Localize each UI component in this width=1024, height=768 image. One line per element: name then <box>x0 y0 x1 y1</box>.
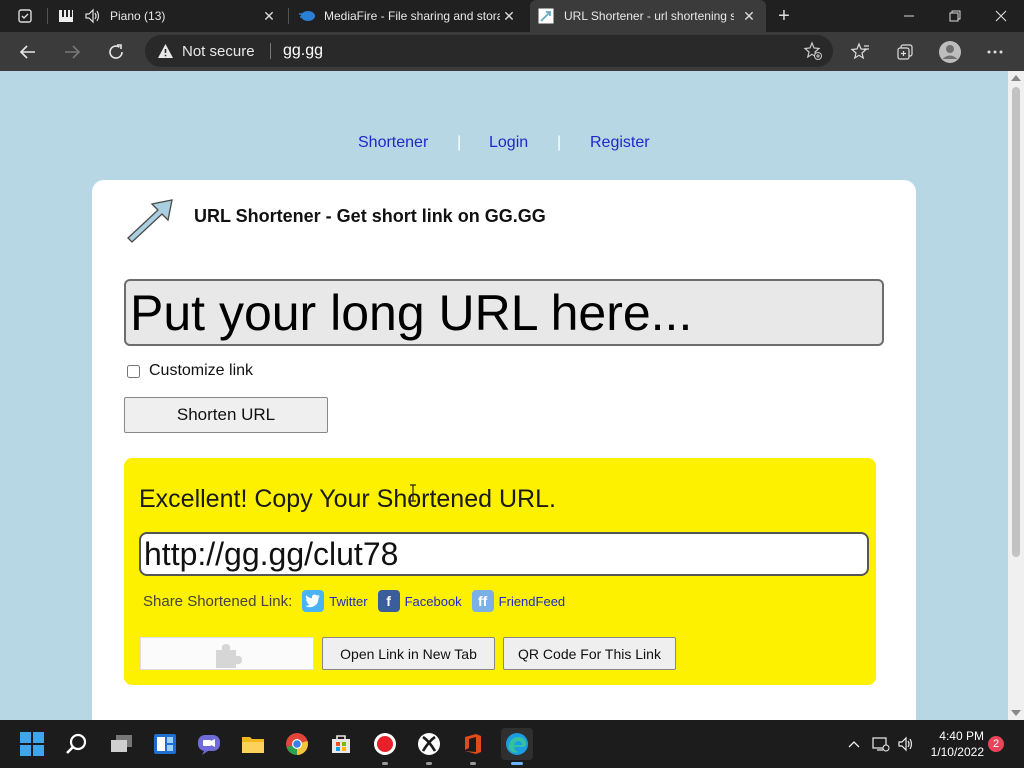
collections-icon[interactable] <box>890 37 920 67</box>
clock-time: 4:40 PM <box>939 729 984 743</box>
running-indicator <box>426 762 432 765</box>
page-viewport: Shortener | Login | Register URL Shorten… <box>0 71 1024 720</box>
page-title: URL Shortener - Get short link on GG.GG <box>194 206 546 226</box>
forward-button[interactable] <box>57 37 87 67</box>
back-button[interactable] <box>13 37 43 67</box>
twitter-icon <box>302 590 325 612</box>
nav-separator: | <box>557 134 562 151</box>
scroll-down-arrow-icon[interactable] <box>1011 710 1021 716</box>
more-options-icon[interactable] <box>980 37 1010 67</box>
nav-separator: | <box>457 134 462 151</box>
clock-date: 1/10/2022 <box>930 745 984 759</box>
volume-icon[interactable] <box>895 730 917 758</box>
arrow-logo-icon <box>122 194 178 249</box>
teams-chat-icon[interactable] <box>193 728 225 760</box>
tab-url-shortener[interactable]: URL Shortener - url shortening service ✕ <box>530 0 766 32</box>
minimize-button[interactable] <box>886 0 932 32</box>
network-icon[interactable] <box>870 730 892 758</box>
favorites-icon[interactable] <box>845 37 875 67</box>
address-separator <box>270 43 271 59</box>
mediafire-icon <box>298 8 316 24</box>
tab-label: Piano (13) <box>110 9 166 23</box>
nav-shortener-link[interactable]: Shortener <box>358 134 428 152</box>
speaker-icon[interactable] <box>84 8 102 24</box>
scroll-up-arrow-icon[interactable] <box>1011 75 1021 81</box>
result-heading: Excellent! Copy Your Shortened URL. <box>139 485 556 513</box>
tab-mediafire[interactable]: MediaFire - File sharing and storage ✕ <box>290 0 526 32</box>
close-icon[interactable]: ✕ <box>740 7 758 25</box>
profile-avatar[interactable] <box>935 37 965 67</box>
long-url-input[interactable] <box>124 279 884 346</box>
xbox-icon[interactable] <box>413 728 445 765</box>
microsoft-store-icon[interactable] <box>325 728 357 760</box>
browser-toolbar: Not secure gg.gg <box>0 32 1024 71</box>
system-clock[interactable]: 4:40 PM 1/10/2022 <box>924 728 984 760</box>
tab-piano[interactable]: Piano (13) ✕ <box>50 0 286 32</box>
text-cursor-icon <box>408 484 418 507</box>
start-button[interactable] <box>16 728 48 760</box>
tab-label: MediaFire - File sharing and storage <box>324 9 500 23</box>
piano-icon <box>58 8 74 24</box>
facebook-label: Facebook <box>404 593 462 609</box>
gggg-arrow-icon <box>538 8 554 24</box>
share-friendfeed-link[interactable]: ff FriendFeed <box>471 590 566 612</box>
tab-strip: Piano (13) ✕ MediaFire - File sharing an… <box>0 0 1024 32</box>
close-window-button[interactable] <box>978 0 1024 32</box>
qr-code-button[interactable]: QR Code For This Link <box>503 637 676 670</box>
address-bar[interactable]: Not secure gg.gg <box>145 35 833 67</box>
shorten-url-button[interactable]: Shorten URL <box>124 397 328 433</box>
shortener-card: URL Shortener - Get short link on GG.GG … <box>92 180 916 720</box>
chevron-up-icon[interactable] <box>843 730 865 758</box>
result-panel: Excellent! Copy Your Shortened URL. Shar… <box>124 458 876 685</box>
share-label: Share Shortened Link: <box>143 592 293 610</box>
warning-icon[interactable] <box>157 43 174 64</box>
search-icon[interactable] <box>60 728 92 760</box>
share-twitter-link[interactable]: Twitter <box>302 590 368 612</box>
open-link-new-tab-button[interactable]: Open Link in New Tab <box>322 637 495 670</box>
scroll-thumb[interactable] <box>1012 87 1020 557</box>
running-indicator <box>470 762 476 765</box>
tab-actions-icon[interactable] <box>8 4 42 28</box>
screen-recorder-icon[interactable] <box>369 728 401 765</box>
customize-link-checkbox[interactable] <box>127 364 140 378</box>
customize-link-label: Customize link <box>149 362 254 379</box>
running-indicator <box>382 762 388 765</box>
edge-icon[interactable] <box>501 728 533 765</box>
facebook-icon: f <box>377 590 400 612</box>
customize-link-option[interactable]: Customize link <box>127 362 253 380</box>
url-text[interactable]: gg.gg <box>283 42 323 60</box>
site-nav: Shortener | Login | Register <box>0 134 1010 154</box>
nav-register-link[interactable]: Register <box>590 134 650 152</box>
restore-button[interactable] <box>932 0 978 32</box>
nav-login-link[interactable]: Login <box>489 134 528 152</box>
tab-separator <box>47 8 48 24</box>
tab-separator <box>288 8 289 24</box>
add-favorite-icon[interactable] <box>803 41 823 66</box>
widgets-icon[interactable] <box>149 728 181 760</box>
file-explorer-icon[interactable] <box>237 728 269 760</box>
share-row: Share Shortened Link: Twitter f Facebook… <box>143 588 575 614</box>
chrome-icon[interactable] <box>281 728 313 760</box>
notification-badge[interactable]: 2 <box>988 736 1004 752</box>
task-view-icon[interactable] <box>105 728 137 760</box>
office-icon[interactable] <box>457 728 489 765</box>
tab-label: URL Shortener - url shortening service <box>564 9 734 23</box>
friendfeed-label: FriendFeed <box>498 593 566 609</box>
friendfeed-icon: ff <box>471 590 494 612</box>
vertical-scrollbar[interactable] <box>1008 71 1024 720</box>
security-label[interactable]: Not secure <box>182 43 255 60</box>
short-url-field[interactable] <box>139 532 869 576</box>
new-tab-button[interactable]: + <box>772 4 796 28</box>
missing-plugin-icon <box>140 637 314 670</box>
share-facebook-link[interactable]: f Facebook <box>377 590 462 612</box>
close-icon[interactable]: ✕ <box>260 7 278 25</box>
windows-taskbar: 4:40 PM 1/10/2022 2 <box>0 720 1024 768</box>
refresh-button[interactable] <box>101 37 131 67</box>
twitter-label: Twitter <box>329 593 368 609</box>
active-indicator <box>511 762 523 765</box>
close-icon[interactable]: ✕ <box>500 7 518 25</box>
